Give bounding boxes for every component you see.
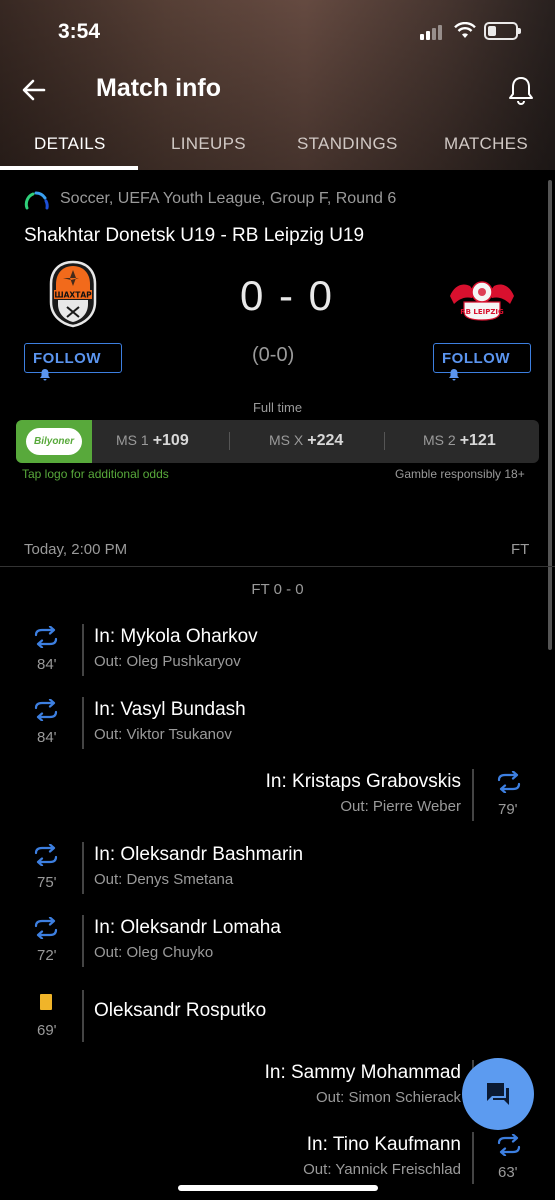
- follow-away-button[interactable]: FOLLOW: [433, 343, 531, 381]
- player-in: In: Oleksandr Lomaha: [94, 917, 281, 938]
- odd-home-value: +109: [152, 432, 189, 449]
- tab-bar: DETAILS LINEUPS STANDINGS MATCHES: [0, 120, 555, 172]
- notification-bell-icon[interactable]: [506, 74, 536, 106]
- home-indicator[interactable]: [178, 1185, 378, 1191]
- cellular-signal-icon: [420, 24, 446, 40]
- details-content: Soccer, UEFA Youth League, Group F, Roun…: [0, 172, 555, 1200]
- odds-bar: Bilyoner MS 1 +109 MS X +224 MS 2 +121: [16, 420, 539, 463]
- odd-away-label: MS 2: [423, 432, 456, 448]
- half-time-score: (0-0): [252, 344, 295, 366]
- event-divider: [82, 697, 84, 749]
- battery-icon: [484, 22, 521, 40]
- back-arrow-icon[interactable]: [20, 76, 48, 104]
- tab-lineups[interactable]: LINEUPS: [171, 134, 246, 154]
- svg-text:ШАХТАР: ШАХТАР: [54, 291, 92, 300]
- rb-leipzig-crest-icon[interactable]: RB LEIPZIG: [446, 272, 518, 322]
- substitution-icon: [497, 1134, 521, 1156]
- player-out: Out: Denys Smetana: [94, 871, 234, 888]
- substitution-icon: [34, 626, 58, 648]
- odd-away-value: +121: [459, 432, 496, 449]
- event-yellow-card: 69' Oleksandr Rosputko: [0, 990, 555, 1050]
- odd-divider: [229, 432, 230, 450]
- event-minute: 69': [37, 1022, 57, 1039]
- chat-icon: [487, 1083, 509, 1105]
- event-substitution: 72' In: Oleksandr Lomaha Out: Oleg Chuyk…: [0, 915, 555, 975]
- event-minute: 84': [37, 656, 57, 673]
- final-score-label: FT 0 - 0: [251, 581, 304, 598]
- soccer-sport-icon: [24, 191, 49, 210]
- match-status: Full time: [252, 400, 303, 415]
- player-out: Out: Oleg Pushkaryov: [94, 653, 241, 670]
- player-out: Out: Oleg Chuyko: [94, 944, 214, 961]
- event-substitution: 63' In: Tino Kaufmann Out: Yannick Freis…: [0, 1132, 555, 1192]
- event-divider: [472, 1132, 474, 1184]
- wifi-icon: [454, 22, 476, 38]
- divider: [0, 566, 555, 567]
- event-substitution: 75' In: Oleksandr Bashmarin Out: Denys S…: [0, 842, 555, 902]
- match-score: 0 - 0: [240, 272, 335, 319]
- bell-icon: [40, 369, 50, 381]
- status-time: 3:54: [58, 20, 101, 43]
- odd-home-label: MS 1: [116, 432, 149, 448]
- scrollbar[interactable]: [548, 180, 552, 650]
- player-out: Out: Viktor Tsukanov: [94, 726, 232, 743]
- app-bar: Match info: [0, 64, 555, 116]
- player-in: In: Tino Kaufmann: [306, 1134, 461, 1155]
- gamble-responsibly-note: Gamble responsibly 18+: [395, 467, 525, 481]
- league-info: Soccer, UEFA Youth League, Group F, Roun…: [60, 190, 397, 207]
- chat-button[interactable]: [462, 1058, 534, 1130]
- page-title: Match info: [96, 74, 221, 102]
- status-bar: 3:54: [0, 0, 555, 64]
- event-divider: [82, 915, 84, 967]
- odd-draw-label: MS X: [269, 432, 304, 448]
- bell-icon: [449, 369, 459, 381]
- event-divider: [82, 842, 84, 894]
- tab-standings[interactable]: STANDINGS: [297, 134, 398, 154]
- odd-home[interactable]: MS 1 +109: [116, 432, 189, 450]
- event-divider: [82, 990, 84, 1042]
- yellow-card-icon: [40, 994, 52, 1010]
- event-minute: 72': [37, 947, 57, 964]
- bilyoner-logo-text: Bilyoner: [26, 428, 82, 455]
- event-substitution: 79' In: Kristaps Grabovskis Out: Pierre …: [0, 769, 555, 829]
- event-substitution: 84' In: Vasyl Bundash Out: Viktor Tsukan…: [0, 697, 555, 757]
- follow-away-label: FOLLOW: [442, 350, 510, 367]
- player-in: In: Oleksandr Bashmarin: [94, 844, 304, 865]
- odd-draw[interactable]: MS X +224: [269, 432, 343, 450]
- tab-matches[interactable]: MATCHES: [444, 134, 528, 154]
- match-date: Today, 2:00 PM: [24, 541, 128, 558]
- follow-home-label: FOLLOW: [33, 350, 101, 367]
- event-minute: 84': [37, 729, 57, 746]
- shakhtar-crest-icon[interactable]: ШАХТАР: [48, 260, 98, 328]
- player-in: In: Sammy Mohammad: [264, 1062, 461, 1083]
- odd-divider: [384, 432, 385, 450]
- match-period: FT: [511, 541, 530, 558]
- event-substitution: 84' In: Mykola Oharkov Out: Oleg Pushkar…: [0, 624, 555, 684]
- match-title: Shakhtar Donetsk U19 - RB Leipzig U19: [24, 225, 365, 246]
- active-tab-indicator: [0, 166, 138, 170]
- player-booked: Oleksandr Rosputko: [94, 1000, 267, 1021]
- odds-hint[interactable]: Tap logo for additional odds: [22, 467, 169, 481]
- svg-text:RB LEIPZIG: RB LEIPZIG: [460, 308, 504, 316]
- event-minute: 79': [498, 801, 518, 818]
- player-out: Out: Simon Schierack: [315, 1089, 461, 1106]
- player-in: In: Vasyl Bundash: [94, 699, 246, 720]
- substitution-icon: [34, 699, 58, 721]
- player-in: In: Mykola Oharkov: [94, 626, 258, 647]
- event-minute: 75': [37, 874, 57, 891]
- substitution-icon: [34, 917, 58, 939]
- substitution-icon: [34, 844, 58, 866]
- event-divider: [472, 769, 474, 821]
- follow-home-button[interactable]: FOLLOW: [24, 343, 122, 381]
- player-in: In: Kristaps Grabovskis: [265, 771, 461, 792]
- player-out: Out: Yannick Freischlad: [303, 1161, 461, 1178]
- event-divider: [82, 624, 84, 676]
- player-out: Out: Pierre Weber: [340, 798, 461, 815]
- event-minute: 63': [498, 1164, 518, 1181]
- odd-away[interactable]: MS 2 +121: [423, 432, 496, 450]
- tab-details[interactable]: DETAILS: [34, 134, 106, 154]
- substitution-icon: [497, 771, 521, 793]
- odd-draw-value: +224: [307, 432, 344, 449]
- bilyoner-logo[interactable]: Bilyoner: [16, 420, 92, 463]
